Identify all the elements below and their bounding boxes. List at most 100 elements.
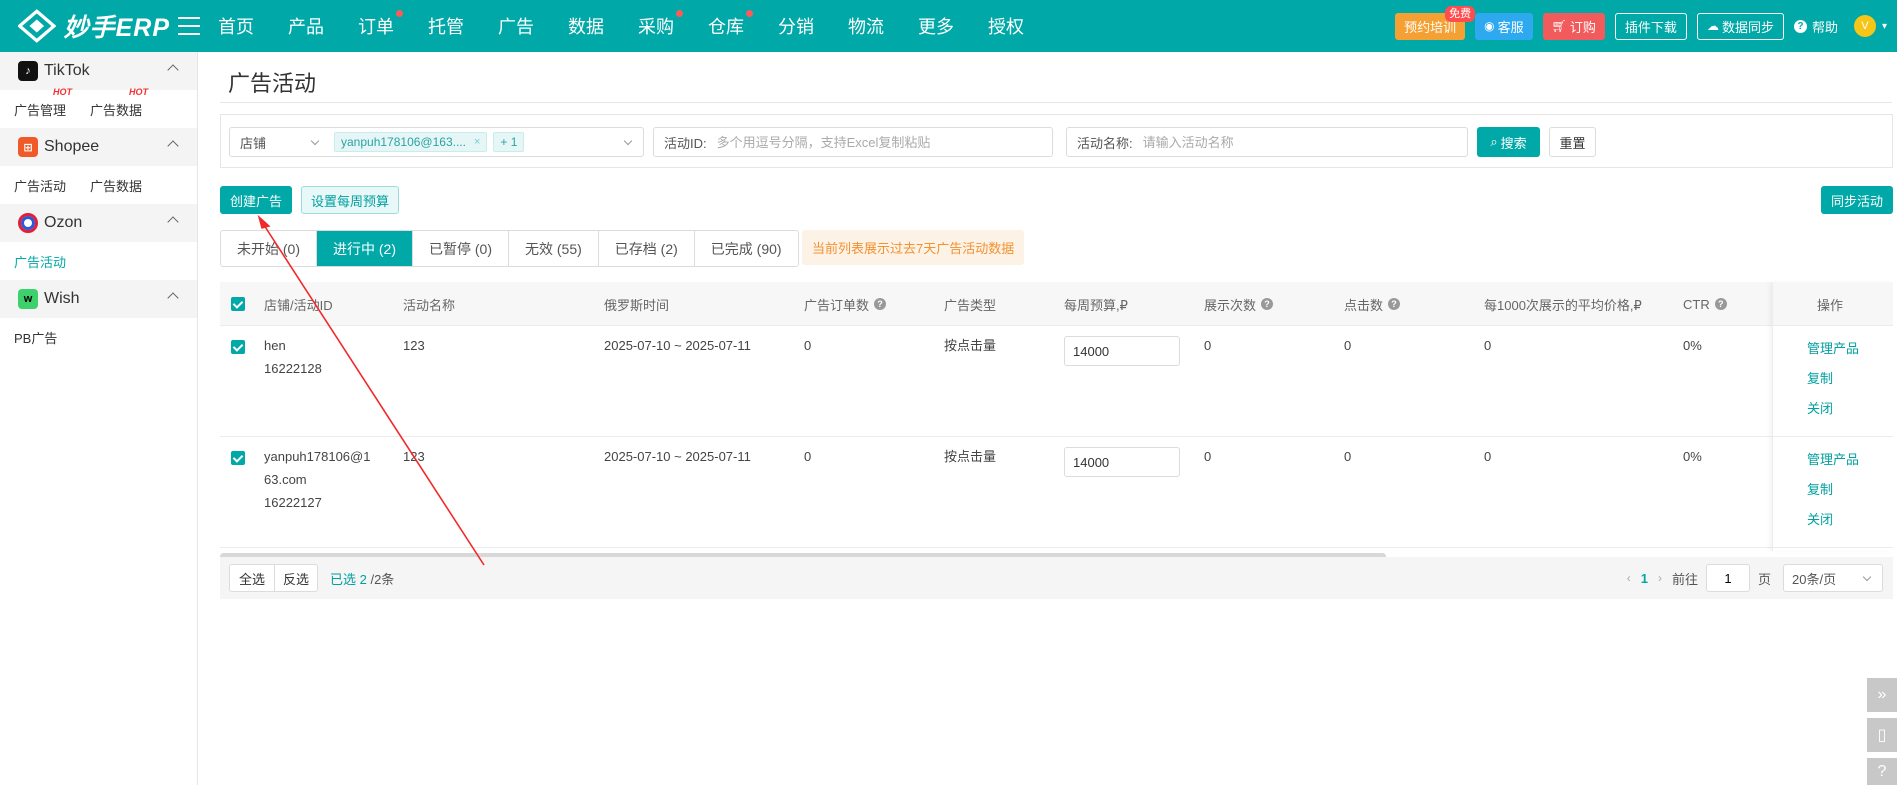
status-tab[interactable]: 无效 (55) — [509, 231, 599, 266]
shop-name-cont: 63.com — [264, 472, 307, 487]
sidebar-item[interactable]: 广告活动 — [14, 176, 66, 195]
weekly-budget-input[interactable] — [1064, 447, 1180, 477]
avatar[interactable]: V — [1853, 15, 1876, 37]
main-content: 广告活动 店铺 yanpuh178106@163.... × + 1 活动ID:… — [198, 52, 1897, 785]
reset-button[interactable]: 重置 — [1549, 127, 1596, 157]
sidebar-links: 广告管理 HOT 广告数据 HOT — [0, 87, 197, 128]
shop-name: yanpuh178106@1 — [264, 449, 371, 464]
status-tab[interactable]: 已暂停 (0) — [413, 231, 509, 266]
sidebar-item[interactable]: 广告数据 — [90, 176, 142, 195]
nav-item[interactable]: 授权 — [988, 13, 1024, 39]
col-type: 广告类型 — [944, 297, 997, 313]
chevron-up-icon[interactable] — [167, 292, 179, 304]
help-link[interactable]: ? 帮助 — [1793, 17, 1838, 36]
nav-item-label: 物流 — [848, 17, 884, 37]
weekly-budget-input[interactable] — [1064, 336, 1180, 366]
service-button[interactable]: ◉ 客服 — [1475, 12, 1533, 40]
sync-activity-button[interactable]: 同步活动 — [1821, 186, 1893, 214]
tiktok-icon: ♪ — [18, 61, 38, 81]
status-tab[interactable]: 进行中 (2) — [317, 231, 413, 266]
ops-column-frame — [1772, 282, 1893, 551]
sidebar-platform[interactable]: Ozon — [0, 204, 197, 242]
current-page[interactable]: 1 — [1641, 571, 1648, 586]
notice-banner: 当前列表展示过去7天广告活动数据 — [802, 230, 1025, 265]
training-button[interactable]: 预约培训 免费 — [1395, 5, 1476, 40]
goto-page-input[interactable] — [1705, 564, 1750, 592]
hot-badge: HOT — [129, 86, 149, 97]
col-ctr-label: CTR — [1683, 296, 1710, 312]
nav-item-label: 采购 — [638, 17, 674, 37]
nav-item[interactable]: 数据 — [568, 13, 604, 39]
menu-toggle-icon[interactable] — [178, 17, 200, 35]
activity-id-field[interactable]: 活动ID: — [653, 127, 1053, 157]
nav-item[interactable]: 分销 — [778, 13, 814, 39]
selected-total: /2条 — [370, 572, 395, 587]
status-tabs: 未开始 (0) 进行中 (2) 已暂停 (0) 无效 (55) 已存档 (2) 已完成 (… — [220, 230, 799, 267]
notification-dot — [676, 10, 683, 17]
shop-tag: yanpuh178106@163.... × — [334, 132, 488, 152]
help-icon[interactable]: ? — [874, 298, 887, 310]
expand-icon[interactable]: » — [1867, 678, 1897, 712]
select-all-button[interactable]: 全选 — [229, 564, 275, 592]
nav-item-label: 授权 — [988, 17, 1024, 37]
select-all-checkbox[interactable] — [231, 297, 245, 311]
sidebar-platform[interactable]: ⊞ Shopee — [0, 128, 197, 166]
help-icon[interactable]: ? — [1261, 298, 1274, 310]
search-button[interactable]: ⌕ 搜索 — [1477, 127, 1540, 157]
activity-name-input[interactable] — [1142, 134, 1467, 150]
ad-type: 按点击量 — [944, 449, 997, 464]
nav-item[interactable]: 采购 — [638, 10, 683, 39]
nav-item[interactable]: 订单 — [358, 10, 403, 39]
feedback-icon[interactable]: ? — [1867, 758, 1897, 785]
activity-name: 123 — [403, 338, 425, 353]
chevron-right-icon[interactable]: › — [1658, 571, 1662, 585]
mobile-icon[interactable]: ▯ — [1867, 718, 1897, 752]
sidebar-item[interactable]: PB广告 — [14, 328, 57, 347]
chevron-left-icon[interactable]: ‹ — [1627, 571, 1631, 585]
status-tab[interactable]: 未开始 (0) — [221, 231, 317, 266]
status-tab[interactable]: 已存档 (2) — [598, 231, 695, 266]
chevron-up-icon[interactable] — [167, 216, 179, 228]
nav-item[interactable]: 仓库 — [708, 10, 753, 39]
chevron-up-icon[interactable] — [167, 64, 179, 76]
order-label: 订购 — [1569, 19, 1596, 35]
nav-item[interactable]: 托管 — [428, 13, 464, 39]
page-size-select[interactable]: 20条/页 — [1783, 564, 1883, 592]
create-ad-button[interactable]: 创建广告 — [220, 186, 292, 214]
chevron-up-icon[interactable] — [167, 140, 179, 152]
nav-item[interactable]: 首页 — [218, 13, 254, 39]
selected-prefix: 已选 2 — [330, 572, 367, 587]
sidebar-item[interactable]: 广告管理 HOT — [14, 87, 72, 119]
row-checkbox[interactable] — [231, 451, 245, 465]
data-sync-button[interactable]: ☁ 数据同步 — [1696, 12, 1784, 40]
sidebar-platform[interactable]: ♪ TikTok — [0, 52, 197, 90]
shopee-icon: ⊞ — [18, 137, 38, 157]
sidebar-platform[interactable]: w Wish — [0, 280, 197, 318]
status-tab[interactable]: 已完成 (90) — [694, 231, 798, 266]
col-impressions: 展示次数? — [1204, 282, 1274, 326]
ad-orders: 0 — [804, 338, 812, 353]
invert-selection-button[interactable]: 反选 — [274, 564, 318, 592]
shop-select[interactable]: 店铺 yanpuh178106@163.... × + 1 — [229, 127, 644, 157]
sidebar-item-label: 广告数据 — [90, 102, 143, 118]
sidebar: ♪ TikTok 广告管理 HOT 广告数据 HOT ⊞ Shopee 广告活动 广告数据 Ozon… — [0, 52, 198, 785]
row-checkbox[interactable] — [231, 340, 245, 354]
sidebar-links: PB广告 — [0, 318, 197, 356]
activity-name-field[interactable]: 活动名称: — [1066, 127, 1468, 157]
plugin-download-button[interactable]: 插件下载 — [1614, 12, 1687, 40]
help-icon[interactable]: ? — [1388, 298, 1401, 310]
chevron-down-icon[interactable]: ▾ — [1882, 21, 1887, 32]
weekly-budget-button[interactable]: 设置每周预算 — [301, 186, 399, 214]
sidebar-item[interactable]: 广告活动 — [14, 252, 66, 271]
nav-item[interactable]: 产品 — [288, 13, 324, 39]
nav-item[interactable]: 物流 — [848, 13, 884, 39]
activity-name: 123 — [403, 449, 425, 464]
logo[interactable]: 妙手ERP — [18, 0, 170, 52]
activity-id-input[interactable] — [716, 134, 1052, 150]
nav-item[interactable]: 广告 — [498, 13, 534, 39]
close-icon[interactable]: × — [474, 136, 480, 148]
sidebar-item[interactable]: 广告数据 HOT — [90, 87, 148, 119]
nav-item[interactable]: 更多 — [918, 13, 954, 39]
help-icon[interactable]: ? — [1714, 298, 1727, 310]
order-button[interactable]: 🛒︎ 订购 — [1542, 12, 1605, 40]
